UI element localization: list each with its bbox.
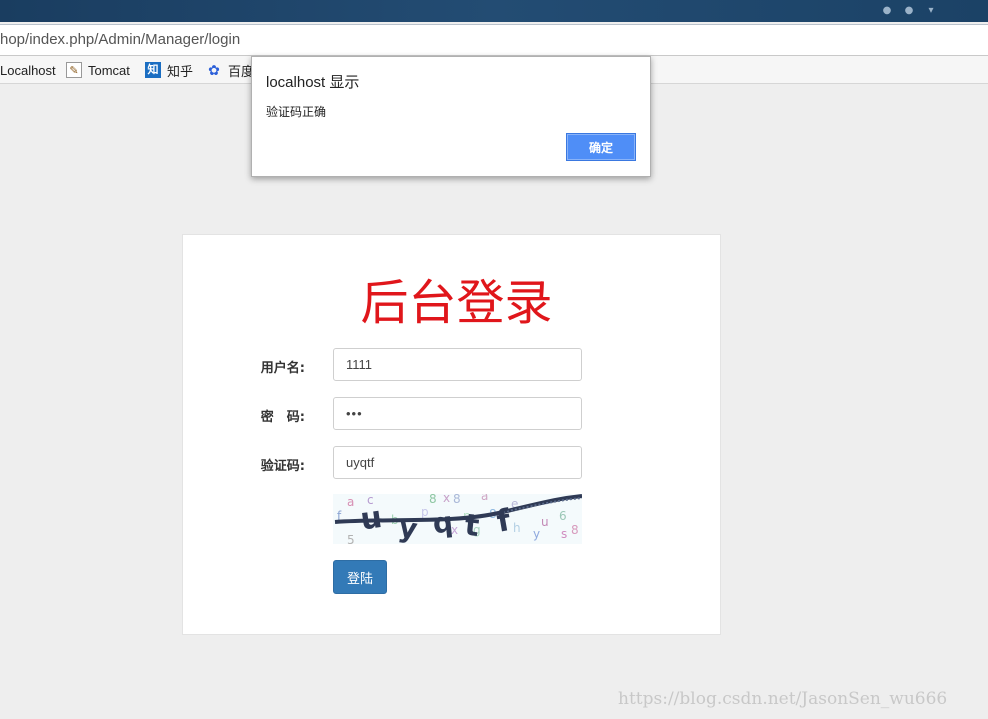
login-button[interactable]: 登陆	[333, 560, 387, 594]
bookmark-localhost[interactable]: Localhost	[0, 61, 56, 79]
svg-text:8: 8	[453, 494, 461, 506]
captcha-label: 验证码:	[260, 459, 305, 474]
dialog-message: 验证码正确	[266, 105, 327, 119]
password-label: 密 码:	[260, 410, 305, 425]
svg-text:8: 8	[571, 523, 579, 537]
window-title-bar: ● ● ▾	[0, 0, 988, 22]
tomcat-icon: ✎	[66, 62, 82, 78]
svg-text:y: y	[533, 527, 540, 541]
svg-text:p: p	[421, 505, 429, 519]
svg-text:a: a	[481, 494, 488, 503]
svg-text:q: q	[431, 505, 454, 540]
settings-icon[interactable]: ●	[880, 4, 894, 18]
baidu-paw-icon: ✿	[208, 62, 220, 78]
watermark: https://blog.csdn.net/JasonSen_wu666	[618, 689, 948, 709]
captcha-image[interactable]: a c 8 x 8 a e f b p n 8 u 6 x g y s 8 5	[333, 494, 582, 544]
alert-dialog: localhost 显示 验证码正确 确定	[251, 56, 651, 177]
captcha-field[interactable]: uyqtf	[333, 446, 582, 479]
menu-icon[interactable]: ▾	[924, 4, 938, 18]
svg-text:u: u	[541, 515, 549, 529]
bookmark-label: Tomcat	[88, 62, 130, 78]
page-title: 后台登录	[360, 275, 553, 331]
bookmark-zhihu[interactable]: 知 知乎	[145, 61, 193, 79]
bookmark-label: 知乎	[167, 63, 194, 79]
username-label: 用户名:	[260, 361, 305, 376]
zhihu-icon: 知	[145, 62, 161, 78]
login-card: 后台登录 用户名: 1111 密 码: ••• 验证码: uyqtf a c 8…	[182, 234, 721, 635]
svg-text:a: a	[347, 495, 354, 509]
ok-button[interactable]: 确定	[566, 133, 636, 161]
tab-strip	[535, 4, 595, 18]
bookmark-baidu[interactable]: ✿ 百度	[206, 61, 254, 79]
username-field[interactable]: 1111	[333, 348, 582, 381]
bookmark-label: Localhost	[0, 62, 56, 78]
dialog-title: localhost 显示	[266, 74, 360, 91]
svg-text:x: x	[443, 494, 450, 505]
password-field[interactable]: •••	[333, 397, 582, 430]
gear-icon[interactable]: ●	[902, 4, 916, 18]
svg-text:6: 6	[559, 509, 567, 523]
svg-text:5: 5	[347, 533, 355, 544]
bookmark-tomcat[interactable]: ✎ Tomcat	[66, 61, 130, 79]
svg-text:h: h	[513, 521, 521, 535]
url-text[interactable]: hop/index.php/Admin/Manager/login	[0, 31, 240, 48]
svg-text:s: s	[561, 527, 567, 541]
address-bar[interactable]: hop/index.php/Admin/Manager/login	[0, 24, 988, 56]
svg-text:8: 8	[429, 494, 437, 506]
